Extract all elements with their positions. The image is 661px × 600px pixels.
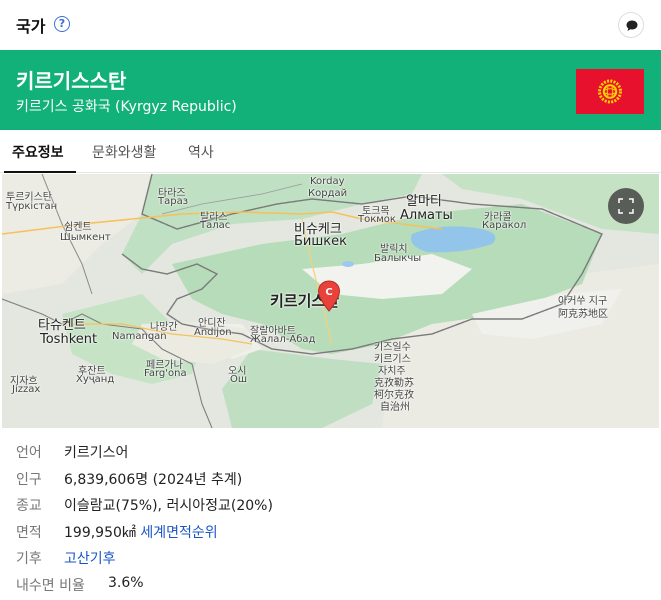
kyrgyzstan-flag [576,69,644,114]
map-label: Farg'ona [144,368,187,379]
speech-bubble-icon [626,20,638,31]
expand-map-button[interactable] [608,188,644,224]
map-label: Andijon [194,327,232,338]
map-label: Namangan [112,331,167,342]
country-map[interactable]: 투르키스탄 Түркістан 타라즈 Тараз Korday Кордай … [2,174,659,428]
tab-culture-life[interactable]: 문화와생활 [92,142,156,162]
tab-main-info[interactable]: 주요정보 [12,142,64,162]
country-banner: 키르기스스탄 키르기스 공화국 (Kyrgyz Republic) [0,50,661,130]
info-key: 면적 [16,524,42,541]
country-card: 국가 ? 키르기스스탄 키르기스 공화국 (Kyrgyz Republic) 주… [0,0,661,600]
climate-link[interactable]: 고산기후 [64,551,116,567]
info-row-language: 언어 키르기스어 [16,440,636,467]
info-key: 내수면 비율 [16,577,85,594]
map-label: 타슈켄트 [38,318,86,333]
map-label: Korday [310,176,345,187]
card-title: 국가 [16,17,46,36]
map-label: 쉼켄트 [64,222,92,233]
info-row-inland-water: 내수면 비율 3.6% [16,573,636,600]
info-list: 언어 키르기스어 인구 6,839,606명 (2024년 추계) 종교 이슬람… [16,440,636,599]
tab-bar: 주요정보 문화와생활 역사 [0,130,661,173]
info-row-climate: 기후 고산기후 [16,546,636,573]
area-ranking-link[interactable]: 세계면적순위 [140,525,217,541]
info-value: 이슬람교(75%), 러시아정교(20%) [64,498,273,514]
map-label: Toshkent [40,332,98,347]
country-official-name: 키르기스 공화국 (Kyrgyz Republic) [16,99,237,115]
location-pin-icon[interactable]: C [317,280,341,316]
info-row-area: 면적 199,950㎢ 세계면적순위 [16,520,636,547]
map-label: Токмок [358,214,396,225]
info-row-religion: 종교 이슬람교(75%), 러시아정교(20%) [16,493,636,520]
info-key: 인구 [16,471,42,488]
map-label: Тараз [158,196,189,207]
country-name: 키르기스스탄 [16,69,127,93]
info-key: 기후 [16,551,42,567]
info-key: 종교 [16,498,42,514]
map-label: Балыкчы [374,253,422,264]
map-label: Хуҷанд [76,374,115,385]
map-label: Шымкент [60,232,111,243]
map-label: 阿克苏地区 [558,309,608,320]
feedback-button[interactable] [618,12,644,38]
area-value: 199,950㎢ [64,524,136,541]
pin-letter: C [325,287,332,298]
card-header: 국가 ? [0,0,661,50]
map-label: Алматы [400,208,453,223]
map-label: Каракол [482,220,527,231]
tab-history[interactable]: 역사 [188,142,214,162]
info-value: 6,839,606명 (2024년 추계) [64,471,243,488]
info-row-population: 인구 6,839,606명 (2024년 추계) [16,467,636,494]
info-value: 199,950㎢ 세계면적순위 [64,522,218,542]
map-label: 알마티 [406,194,442,209]
info-value: 3.6% [108,574,144,591]
help-icon[interactable]: ? [54,16,70,32]
expand-icon [618,198,634,214]
map-label: Бишкек [294,234,347,249]
map-label: Jizzax [12,384,41,395]
map-label: Түркістан [6,201,58,212]
map-label: Жалал-Абад [250,334,316,345]
info-value: 고산기후 [64,548,116,568]
info-value: 키르기스어 [64,445,129,461]
map-label: Талас [200,220,231,231]
info-key: 언어 [16,445,42,461]
active-tab-indicator [4,171,76,173]
map-label: 自治州 [380,402,410,413]
map-label: Кордай [308,188,348,199]
map-label: Ош [230,374,248,385]
